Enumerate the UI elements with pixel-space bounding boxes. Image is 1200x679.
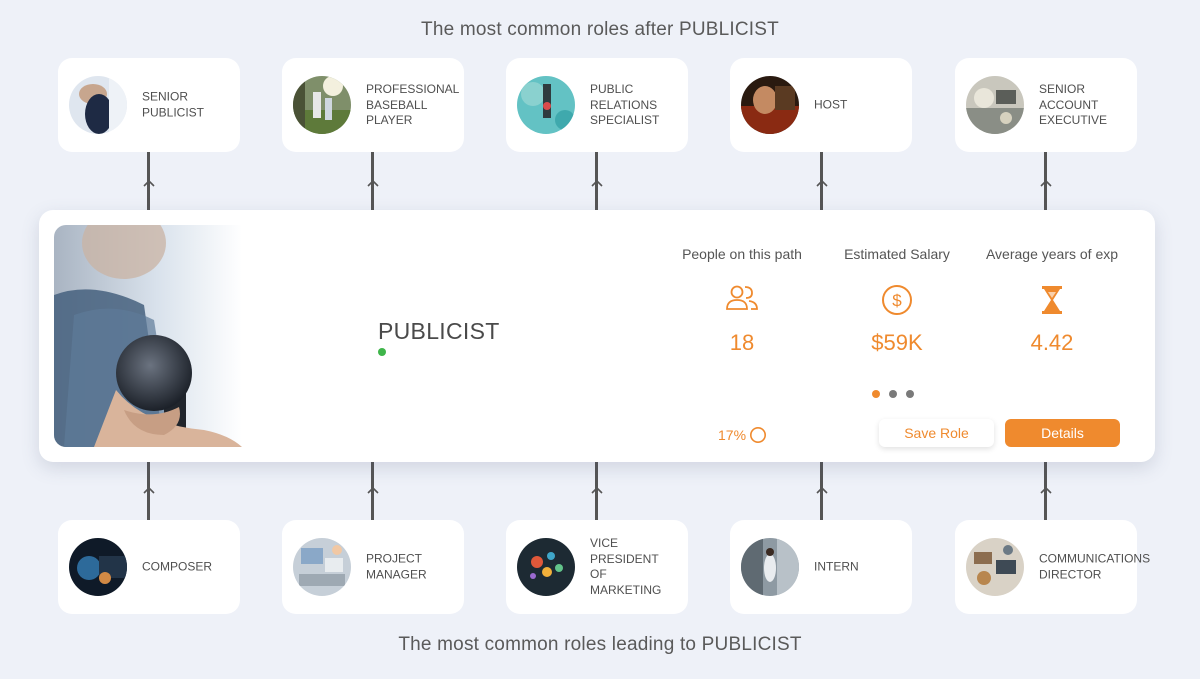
vp-marketing-photo	[517, 538, 575, 596]
role-card-public-relations-specialist[interactable]: PUBLIC RELATIONS SPECIALIST	[506, 58, 688, 152]
role-label: COMMUNICATIONS DIRECTOR	[1039, 551, 1151, 582]
stat-label: Average years of exp	[985, 246, 1119, 262]
arrow-up-icon	[143, 179, 155, 187]
stat-salary: Estimated Salary $ $59K	[807, 246, 987, 356]
role-label: PROJECT MANAGER	[366, 551, 427, 582]
composer-photo	[69, 538, 127, 596]
arrow-up-icon	[1040, 486, 1052, 494]
intern-photo	[741, 538, 799, 596]
role-card-professional-baseball-player[interactable]: PROFESSIONAL BASEBALL PLAYER	[282, 58, 464, 152]
role-card-communications-director[interactable]: COMMUNICATIONS DIRECTOR	[955, 520, 1151, 614]
role-label: HOST	[814, 97, 848, 112]
role-label: INTERN	[814, 559, 859, 574]
stat-value: 4.42	[1030, 330, 1074, 355]
role-label: PROFESSIONAL BASEBALL PLAYER	[366, 81, 459, 127]
pager-dot[interactable]	[906, 390, 914, 398]
role-title: PUBLICIST	[378, 318, 500, 344]
arrow-up-icon	[367, 179, 379, 187]
svg-text:$: $	[892, 291, 902, 310]
progress-ring-icon	[750, 427, 767, 443]
role-card-senior-publicist[interactable]: SENIOR PUBLICIST	[58, 58, 240, 152]
role-card-senior-account-executive[interactable]: SENIOR ACCOUNT EXECUTIVE	[955, 58, 1137, 152]
hourglass-icon	[962, 284, 1142, 316]
role-label: PUBLIC RELATIONS SPECIALIST	[590, 81, 660, 127]
role-card-vice-president-of-marketing[interactable]: VICE PRESIDENT OF MARKETING	[506, 520, 688, 614]
stat-value: 18	[729, 330, 755, 355]
role-card-composer[interactable]: COMPOSER	[58, 520, 240, 614]
arrow-up-icon	[591, 486, 603, 494]
account-executive-photo	[966, 76, 1024, 134]
arrow-up-icon	[591, 179, 603, 187]
progress-indicator: 17%	[718, 426, 767, 444]
pr-specialist-photo	[517, 76, 575, 134]
current-role-card: PUBLICIST People on this path 18 Estimat…	[39, 210, 1155, 462]
arrow-up-icon	[143, 486, 155, 494]
role-label: COMPOSER	[142, 559, 213, 574]
senior-publicist-photo	[69, 76, 127, 134]
stat-people: People on this path 18	[652, 246, 832, 356]
progress-value: 17%	[718, 427, 747, 443]
save-role-button[interactable]: Save Role	[879, 419, 994, 447]
roles-leading-title: The most common roles leading to PUBLICI…	[398, 634, 802, 655]
details-button[interactable]: Details	[1005, 419, 1120, 447]
baseball-player-photo	[293, 76, 351, 134]
communications-director-photo	[966, 538, 1024, 596]
publicist-hero-photo	[54, 225, 242, 447]
stat-label: Estimated Salary	[844, 246, 950, 262]
status-dot	[378, 348, 386, 356]
project-manager-photo	[293, 538, 351, 596]
role-card-host[interactable]: HOST	[730, 58, 912, 152]
role-card-project-manager[interactable]: PROJECT MANAGER	[282, 520, 464, 614]
arrow-up-icon	[816, 486, 828, 494]
arrow-up-icon	[367, 486, 379, 494]
pager-dots	[872, 390, 914, 398]
role-label: VICE PRESIDENT OF MARKETING	[590, 536, 662, 597]
role-label: SENIOR ACCOUNT EXECUTIVE	[1039, 81, 1108, 127]
roles-after-title: The most common roles after PUBLICIST	[421, 19, 779, 40]
arrow-up-icon	[816, 179, 828, 187]
role-card-intern[interactable]: INTERN	[730, 520, 912, 614]
people-icon	[652, 284, 832, 316]
stat-value: $59K	[871, 330, 923, 355]
host-photo	[741, 76, 799, 134]
stat-experience: Average years of exp 4.42	[962, 246, 1142, 356]
pager-dot[interactable]	[889, 390, 897, 398]
stat-label: People on this path	[682, 246, 802, 262]
role-label: SENIOR PUBLICIST	[142, 89, 205, 120]
pager-dot[interactable]	[872, 390, 880, 398]
dollar-icon: $	[807, 284, 987, 316]
arrow-up-icon	[1040, 179, 1052, 187]
